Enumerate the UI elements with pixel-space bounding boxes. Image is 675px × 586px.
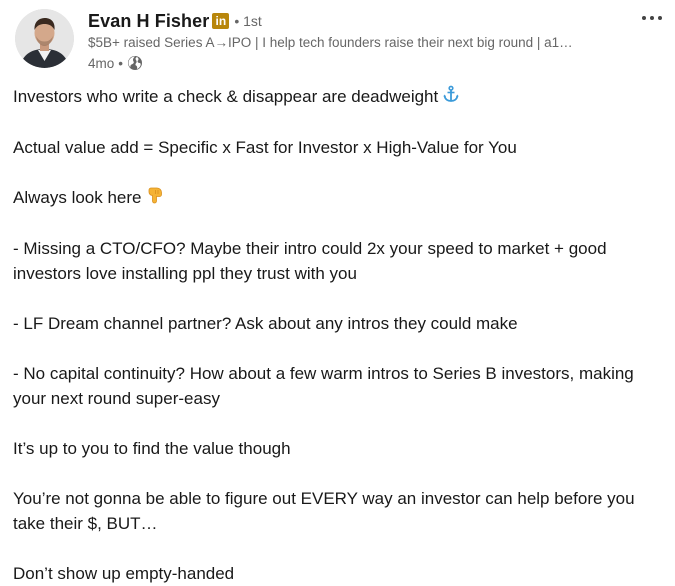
- post-paragraph: You’re not gonna be able to figure out E…: [13, 489, 635, 534]
- connection-degree: • 1st: [234, 13, 262, 29]
- meta-separator: •: [118, 55, 123, 71]
- linkedin-premium-badge-icon: in: [212, 13, 230, 29]
- feed-post: Evan H Fisher in • 1st $5B+ raised Serie…: [0, 0, 675, 585]
- post-paragraph: It’s up to you to find the value though: [13, 439, 291, 459]
- pointing-down-emoji-icon: [146, 186, 164, 211]
- author-name-line: Evan H Fisher in • 1st: [88, 9, 628, 33]
- post-time[interactable]: 4mo: [88, 56, 114, 71]
- post-paragraph-text: Always look here: [13, 188, 142, 208]
- globe-icon: [128, 56, 142, 70]
- post-paragraph: - LF Dream channel partner? Ask about an…: [13, 314, 518, 334]
- anchor-emoji-icon: [442, 85, 460, 110]
- more-horizontal-icon: [642, 16, 662, 20]
- post-header: Evan H Fisher in • 1st $5B+ raised Serie…: [88, 9, 628, 73]
- author-headline: $5B+ raised Series A→IPO | I help tech f…: [88, 35, 573, 50]
- post-paragraph-text: Investors who write a check & disappear …: [13, 87, 439, 106]
- post-paragraph: - Missing a CTO/CFO? Maybe their intro c…: [13, 239, 607, 284]
- post-paragraph: Don’t show up empty-handed: [13, 564, 235, 584]
- post-body: Investors who write a check & disappear …: [13, 84, 663, 586]
- post-paragraph: Investors who write a check & disappear …: [13, 84, 663, 110]
- author-name[interactable]: Evan H Fisher: [88, 11, 209, 32]
- post-paragraph: Always look here: [13, 185, 663, 211]
- connection-degree-value: 1st: [243, 13, 262, 29]
- author-avatar[interactable]: [15, 9, 74, 68]
- more-options-button[interactable]: [638, 8, 666, 28]
- avatar-photo: [15, 9, 74, 68]
- post-paragraph: Actual value add = Specific x Fast for I…: [13, 138, 517, 158]
- post-paragraph: - No capital continuity? How about a few…: [13, 364, 634, 409]
- post-meta: 4mo •: [88, 53, 628, 73]
